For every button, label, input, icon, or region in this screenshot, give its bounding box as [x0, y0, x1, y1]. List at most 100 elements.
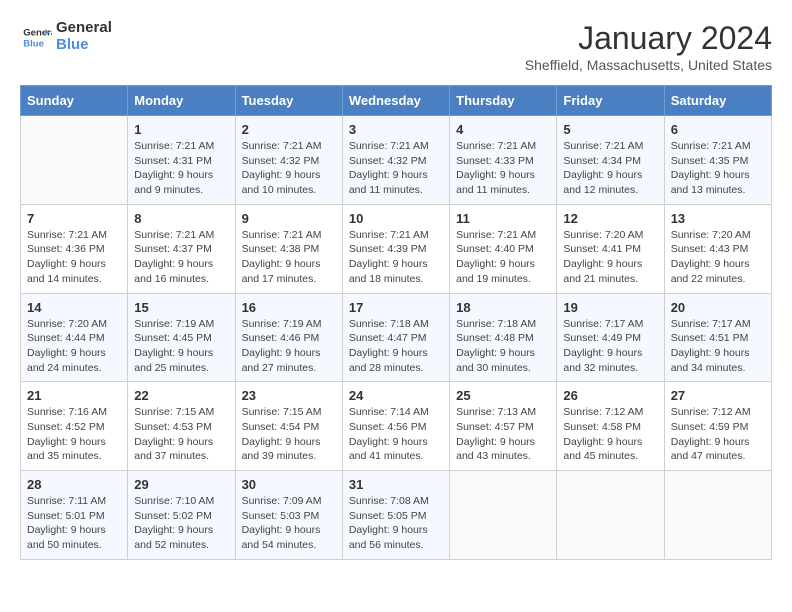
logo-icon: General Blue — [20, 21, 52, 53]
day-header-tuesday: Tuesday — [235, 86, 342, 116]
day-number: 17 — [349, 300, 443, 315]
day-info: Sunrise: 7:20 AMSunset: 4:44 PMDaylight:… — [27, 317, 121, 376]
day-info: Sunrise: 7:21 AMSunset: 4:38 PMDaylight:… — [242, 228, 336, 287]
month-title: January 2024 — [525, 20, 772, 57]
day-info: Sunrise: 7:20 AMSunset: 4:41 PMDaylight:… — [563, 228, 657, 287]
day-header-row: SundayMondayTuesdayWednesdayThursdayFrid… — [21, 86, 772, 116]
day-number: 24 — [349, 388, 443, 403]
day-number: 18 — [456, 300, 550, 315]
day-number: 13 — [671, 211, 765, 226]
day-info: Sunrise: 7:09 AMSunset: 5:03 PMDaylight:… — [242, 494, 336, 553]
day-number: 28 — [27, 477, 121, 492]
calendar-cell: 13 Sunrise: 7:20 AMSunset: 4:43 PMDayligh… — [664, 204, 771, 293]
calendar-cell: 10 Sunrise: 7:21 AMSunset: 4:39 PMDayligh… — [342, 204, 449, 293]
day-number: 31 — [349, 477, 443, 492]
calendar-cell: 28 Sunrise: 7:11 AMSunset: 5:01 PMDayligh… — [21, 471, 128, 560]
day-header-sunday: Sunday — [21, 86, 128, 116]
day-number: 5 — [563, 122, 657, 137]
calendar-cell: 1 Sunrise: 7:21 AMSunset: 4:31 PMDaylight… — [128, 116, 235, 205]
day-number: 6 — [671, 122, 765, 137]
calendar-cell: 16 Sunrise: 7:19 AMSunset: 4:46 PMDayligh… — [235, 293, 342, 382]
day-number: 27 — [671, 388, 765, 403]
title-block: January 2024 Sheffield, Massachusetts, U… — [525, 20, 772, 73]
day-info: Sunrise: 7:11 AMSunset: 5:01 PMDaylight:… — [27, 494, 121, 553]
day-number: 3 — [349, 122, 443, 137]
day-number: 19 — [563, 300, 657, 315]
day-info: Sunrise: 7:19 AMSunset: 4:46 PMDaylight:… — [242, 317, 336, 376]
day-info: Sunrise: 7:13 AMSunset: 4:57 PMDaylight:… — [456, 405, 550, 464]
calendar-cell: 29 Sunrise: 7:10 AMSunset: 5:02 PMDayligh… — [128, 471, 235, 560]
day-info: Sunrise: 7:19 AMSunset: 4:45 PMDaylight:… — [134, 317, 228, 376]
day-number: 29 — [134, 477, 228, 492]
day-info: Sunrise: 7:15 AMSunset: 4:53 PMDaylight:… — [134, 405, 228, 464]
day-info: Sunrise: 7:15 AMSunset: 4:54 PMDaylight:… — [242, 405, 336, 464]
day-number: 4 — [456, 122, 550, 137]
calendar-table: SundayMondayTuesdayWednesdayThursdayFrid… — [20, 85, 772, 560]
day-header-wednesday: Wednesday — [342, 86, 449, 116]
calendar-week-3: 14 Sunrise: 7:20 AMSunset: 4:44 PMDayligh… — [21, 293, 772, 382]
calendar-cell — [557, 471, 664, 560]
day-info: Sunrise: 7:18 AMSunset: 4:47 PMDaylight:… — [349, 317, 443, 376]
calendar-cell: 27Sunrise: 7:12 AMSunset: 4:59 PMDayligh… — [664, 382, 771, 471]
day-info: Sunrise: 7:21 AMSunset: 4:37 PMDaylight:… — [134, 228, 228, 287]
calendar-cell — [21, 116, 128, 205]
logo: General Blue General Blue — [20, 20, 112, 53]
day-info: Sunrise: 7:21 AMSunset: 4:40 PMDaylight:… — [456, 228, 550, 287]
day-info: Sunrise: 7:18 AMSunset: 4:48 PMDaylight:… — [456, 317, 550, 376]
day-number: 23 — [242, 388, 336, 403]
location-text: Sheffield, Massachusetts, United States — [525, 57, 772, 73]
day-number: 1 — [134, 122, 228, 137]
calendar-cell: 12 Sunrise: 7:20 AMSunset: 4:41 PMDayligh… — [557, 204, 664, 293]
page-header: General Blue General Blue January 2024 S… — [20, 20, 772, 73]
day-number: 14 — [27, 300, 121, 315]
calendar-cell: 26Sunrise: 7:12 AMSunset: 4:58 PMDayligh… — [557, 382, 664, 471]
calendar-cell: 15 Sunrise: 7:19 AMSunset: 4:45 PMDayligh… — [128, 293, 235, 382]
calendar-cell: 17 Sunrise: 7:18 AMSunset: 4:47 PMDayligh… — [342, 293, 449, 382]
day-number: 21 — [27, 388, 121, 403]
calendar-cell: 21 Sunrise: 7:16 AMSunset: 4:52 PMDayligh… — [21, 382, 128, 471]
day-header-thursday: Thursday — [450, 86, 557, 116]
calendar-header: SundayMondayTuesdayWednesdayThursdayFrid… — [21, 86, 772, 116]
day-info: Sunrise: 7:17 AMSunset: 4:51 PMDaylight:… — [671, 317, 765, 376]
day-number: 30 — [242, 477, 336, 492]
calendar-cell: 14 Sunrise: 7:20 AMSunset: 4:44 PMDayligh… — [21, 293, 128, 382]
day-info: Sunrise: 7:08 AMSunset: 5:05 PMDaylight:… — [349, 494, 443, 553]
day-info: Sunrise: 7:20 AMSunset: 4:43 PMDaylight:… — [671, 228, 765, 287]
calendar-cell: 11Sunrise: 7:21 AMSunset: 4:40 PMDayligh… — [450, 204, 557, 293]
day-number: 10 — [349, 211, 443, 226]
calendar-cell: 6Sunrise: 7:21 AMSunset: 4:35 PMDaylight… — [664, 116, 771, 205]
day-info: Sunrise: 7:21 AMSunset: 4:32 PMDaylight:… — [349, 139, 443, 198]
day-number: 16 — [242, 300, 336, 315]
day-number: 8 — [134, 211, 228, 226]
day-info: Sunrise: 7:10 AMSunset: 5:02 PMDaylight:… — [134, 494, 228, 553]
day-number: 9 — [242, 211, 336, 226]
day-info: Sunrise: 7:12 AMSunset: 4:58 PMDaylight:… — [563, 405, 657, 464]
calendar-cell — [664, 471, 771, 560]
day-info: Sunrise: 7:21 AMSunset: 4:34 PMDaylight:… — [563, 139, 657, 198]
calendar-cell — [450, 471, 557, 560]
day-info: Sunrise: 7:21 AMSunset: 4:36 PMDaylight:… — [27, 228, 121, 287]
calendar-cell: 8 Sunrise: 7:21 AMSunset: 4:37 PMDaylight… — [128, 204, 235, 293]
logo-line1: General — [56, 20, 112, 37]
day-info: Sunrise: 7:21 AMSunset: 4:31 PMDaylight:… — [134, 139, 228, 198]
calendar-week-5: 28 Sunrise: 7:11 AMSunset: 5:01 PMDayligh… — [21, 471, 772, 560]
calendar-cell: 19 Sunrise: 7:17 AMSunset: 4:49 PMDayligh… — [557, 293, 664, 382]
day-info: Sunrise: 7:16 AMSunset: 4:52 PMDaylight:… — [27, 405, 121, 464]
calendar-cell: 24Sunrise: 7:14 AMSunset: 4:56 PMDayligh… — [342, 382, 449, 471]
calendar-week-4: 21 Sunrise: 7:16 AMSunset: 4:52 PMDayligh… — [21, 382, 772, 471]
day-number: 20 — [671, 300, 765, 315]
calendar-body: 1 Sunrise: 7:21 AMSunset: 4:31 PMDaylight… — [21, 116, 772, 560]
day-header-saturday: Saturday — [664, 86, 771, 116]
day-info: Sunrise: 7:21 AMSunset: 4:33 PMDaylight:… — [456, 139, 550, 198]
calendar-cell: 7Sunrise: 7:21 AMSunset: 4:36 PMDaylight… — [21, 204, 128, 293]
calendar-cell: 3 Sunrise: 7:21 AMSunset: 4:32 PMDaylight… — [342, 116, 449, 205]
calendar-cell: 23 Sunrise: 7:15 AMSunset: 4:54 PMDayligh… — [235, 382, 342, 471]
day-number: 12 — [563, 211, 657, 226]
day-number: 22 — [134, 388, 228, 403]
day-info: Sunrise: 7:21 AMSunset: 4:32 PMDaylight:… — [242, 139, 336, 198]
calendar-cell: 4 Sunrise: 7:21 AMSunset: 4:33 PMDaylight… — [450, 116, 557, 205]
day-info: Sunrise: 7:21 AMSunset: 4:39 PMDaylight:… — [349, 228, 443, 287]
day-number: 15 — [134, 300, 228, 315]
day-header-friday: Friday — [557, 86, 664, 116]
day-info: Sunrise: 7:17 AMSunset: 4:49 PMDaylight:… — [563, 317, 657, 376]
